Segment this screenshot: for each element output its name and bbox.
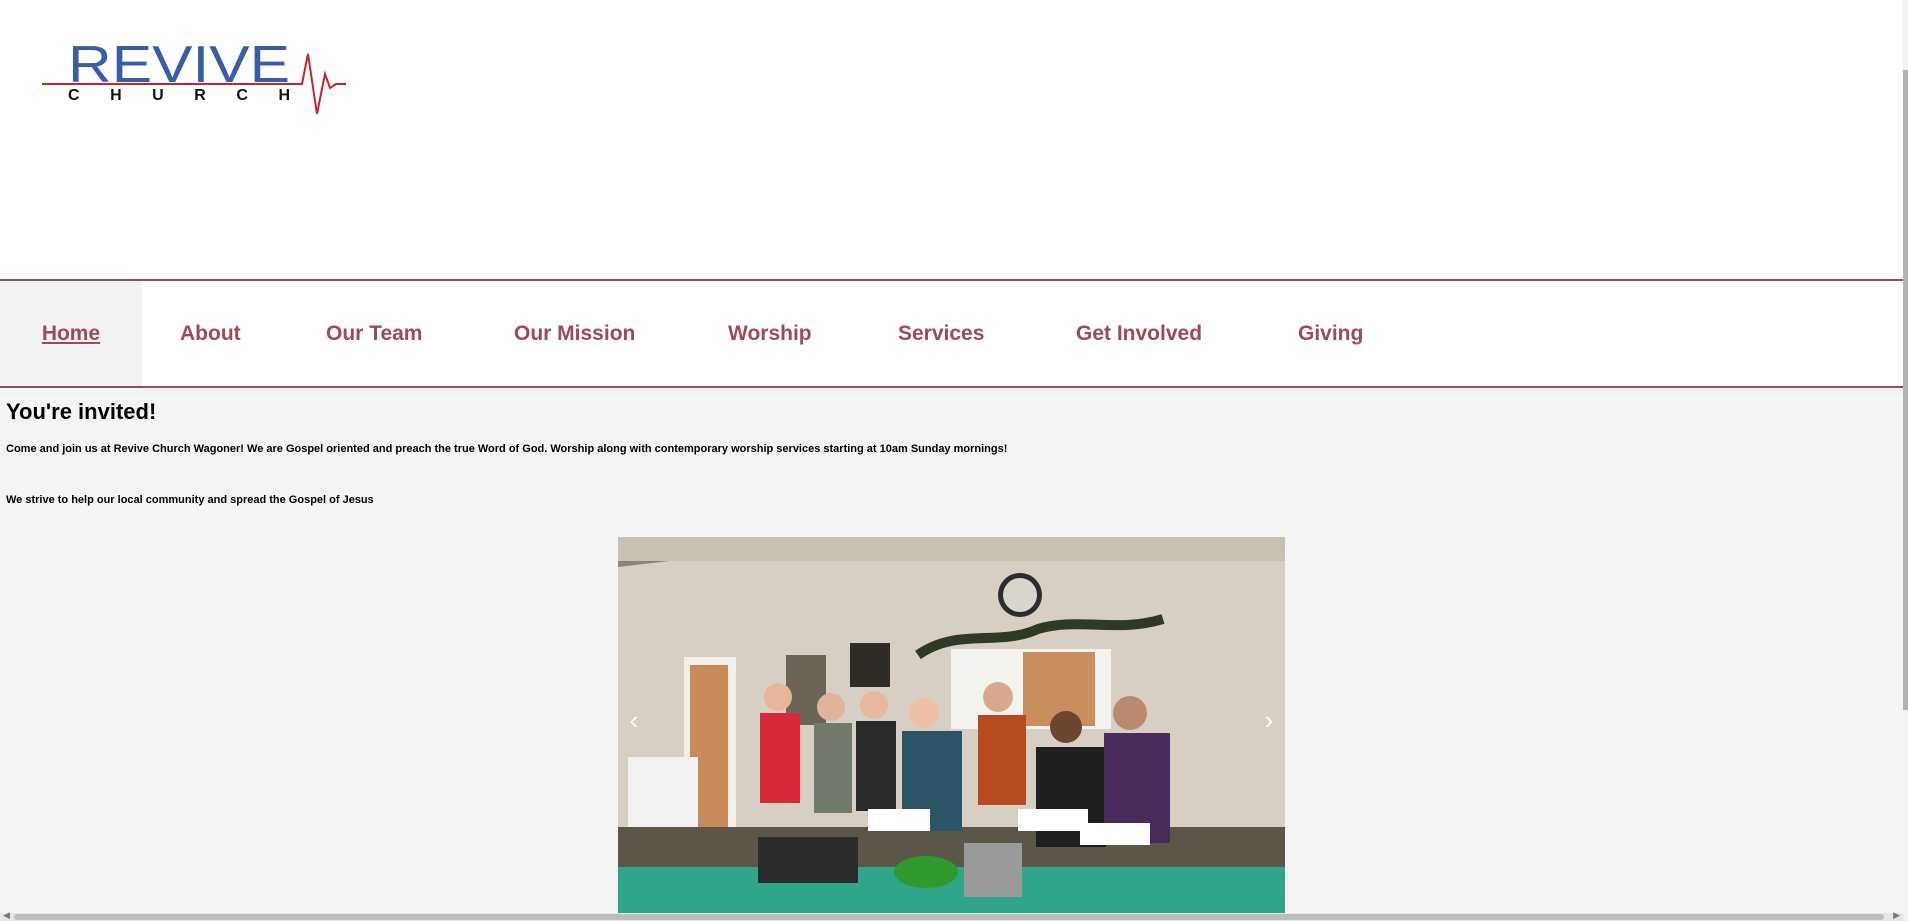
page-headline: You're invited! — [6, 399, 157, 424]
nav-home[interactable]: Home — [0, 281, 142, 386]
nav-worship[interactable]: Worship — [728, 281, 812, 386]
slideshow-next-icon[interactable]: › — [1257, 705, 1281, 735]
site-header: REVIVE CHURCH — [0, 0, 1903, 281]
vertical-scroll-thumb[interactable] — [1903, 70, 1908, 710]
church-logo[interactable]: REVIVE CHURCH — [40, 30, 350, 120]
mission-paragraph: We strive to help our local community an… — [6, 494, 374, 506]
svg-text:REVIVE: REVIVE — [68, 36, 290, 94]
main-navigation: Home About Our Team Our Mission Worship … — [0, 281, 1903, 388]
nav-giving[interactable]: Giving — [1298, 281, 1363, 386]
nav-about[interactable]: About — [180, 281, 241, 386]
group-photo — [618, 537, 1285, 913]
photo-slideshow[interactable]: ‹ › — [618, 537, 1285, 913]
horizontal-scrollbar[interactable]: ◀ ▶ — [0, 910, 1903, 921]
scroll-left-icon[interactable]: ◀ — [3, 910, 10, 921]
horizontal-scroll-thumb[interactable] — [14, 914, 1884, 920]
vertical-scrollbar[interactable] — [1903, 0, 1908, 921]
nav-our-mission[interactable]: Our Mission — [514, 281, 635, 386]
slideshow-prev-icon[interactable]: ‹ — [622, 705, 646, 735]
main-content: You're invited! Come and join us at Revi… — [6, 399, 1896, 506]
nav-our-team[interactable]: Our Team — [326, 281, 422, 386]
scroll-right-icon[interactable]: ▶ — [1893, 910, 1900, 921]
intro-paragraph: Come and join us at Revive Church Wagone… — [6, 443, 1008, 455]
nav-services[interactable]: Services — [898, 281, 984, 386]
nav-get-involved[interactable]: Get Involved — [1076, 281, 1202, 386]
